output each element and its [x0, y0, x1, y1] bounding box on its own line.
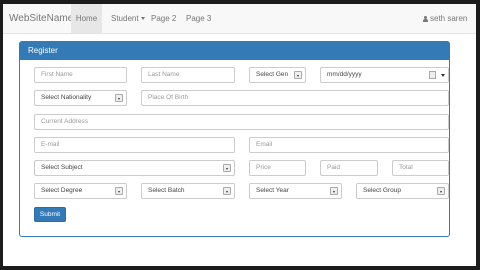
window-frame-bottom — [0, 266, 480, 270]
navbar: WebSiteName Home Student Page 2 Page 3 s… — [3, 4, 476, 34]
email-input[interactable]: E-mail — [34, 137, 235, 153]
chevron-down-icon — [223, 187, 231, 195]
nav-item-page3[interactable]: Page 3 — [186, 4, 211, 34]
chevron-down-icon — [294, 71, 302, 79]
calendar-dropdown-icon[interactable] — [441, 74, 445, 77]
place-of-birth-input[interactable]: Place Of Birth — [141, 90, 449, 106]
nav-item-student-label: Student — [111, 14, 139, 23]
nav-item-student[interactable]: Student — [111, 4, 145, 34]
dob-input[interactable]: mm/dd/yyyy — [320, 67, 449, 83]
group-select-label: Select Group — [363, 187, 401, 194]
last-name-input[interactable]: Last Name — [141, 67, 235, 83]
submit-button[interactable]: Submit — [34, 207, 66, 222]
chevron-down-icon — [115, 187, 123, 195]
nav-item-user[interactable]: seth saren — [423, 4, 467, 34]
paid-input[interactable]: Paid — [320, 160, 378, 176]
panel-title: Register — [20, 42, 449, 60]
nav-item-home[interactable]: Home — [71, 4, 102, 33]
window-frame-left — [0, 0, 3, 270]
first-name-input[interactable]: First Name — [34, 67, 127, 83]
chevron-down-icon — [330, 187, 338, 195]
nationality-select-label: Select Nationality — [41, 94, 92, 101]
current-address-input[interactable]: Current Address — [34, 114, 449, 130]
user-icon — [423, 15, 428, 22]
year-select[interactable]: Select Year — [249, 183, 342, 199]
nationality-select[interactable]: Select Nationality — [34, 90, 127, 106]
email-confirm-input[interactable]: Email — [249, 137, 449, 153]
subject-select-label: Select Subject — [41, 164, 83, 171]
subject-select[interactable]: Select Subject — [34, 160, 235, 176]
chevron-down-icon — [115, 94, 123, 102]
spinner-icon[interactable] — [429, 71, 436, 79]
group-select[interactable]: Select Group — [356, 183, 449, 199]
gender-select-label: Select Gen — [256, 71, 289, 78]
degree-select-label: Select Degree — [41, 187, 83, 194]
nav-item-page2[interactable]: Page 2 — [151, 4, 176, 34]
chevron-down-icon — [223, 164, 231, 172]
brand-logo[interactable]: WebSiteName — [9, 4, 73, 34]
user-name: seth saren — [430, 14, 468, 23]
gender-select[interactable]: Select Gen — [249, 67, 306, 83]
year-select-label: Select Year — [256, 187, 289, 194]
total-input[interactable]: Total — [392, 160, 449, 176]
price-input[interactable]: Price — [249, 160, 306, 176]
window-frame-right — [476, 0, 480, 270]
degree-select[interactable]: Select Degree — [34, 183, 127, 199]
chevron-down-icon — [437, 187, 445, 195]
chevron-down-icon — [140, 17, 145, 21]
batch-select-label: Select Batch — [148, 187, 185, 194]
dob-input-value: mm/dd/yyyy — [327, 71, 362, 78]
batch-select[interactable]: Select Batch — [141, 183, 235, 199]
